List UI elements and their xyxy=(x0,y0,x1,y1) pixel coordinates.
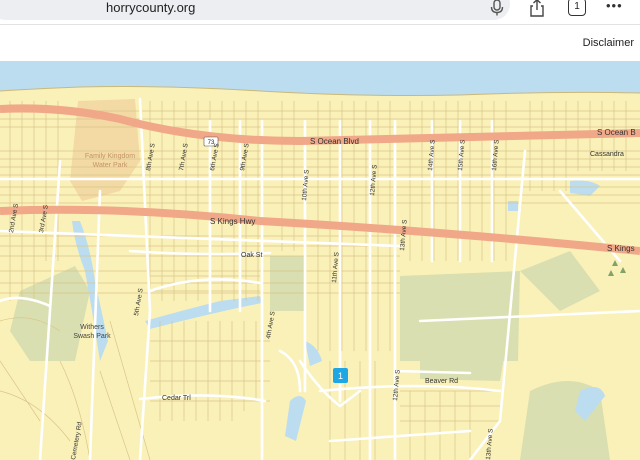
label-cassandra: Cassandra xyxy=(590,151,624,158)
label-cedar-trl: Cedar Trl xyxy=(162,395,191,402)
address-bar[interactable] xyxy=(0,0,510,20)
url-text[interactable]: horrycounty.org xyxy=(106,0,195,16)
label-swash-park: Swash Park xyxy=(73,333,111,340)
map-marker-label: 1 xyxy=(338,371,343,381)
share-icon[interactable] xyxy=(528,0,546,17)
label-s-kings: S Kings xyxy=(607,244,635,253)
label-water-park: Water Park xyxy=(93,162,128,169)
microphone-icon[interactable] xyxy=(490,0,504,16)
label-withers: Withers xyxy=(80,324,104,331)
label-family-kingdom: Family Kingdom xyxy=(85,153,135,160)
park-area xyxy=(270,256,305,311)
label-oak-st: Oak St xyxy=(241,252,262,259)
label-s-ocean-blvd: S Ocean Blvd xyxy=(310,137,359,146)
browser-toolbar: horrycounty.org 1 ••• xyxy=(0,0,640,24)
more-icon[interactable]: ••• xyxy=(606,0,623,12)
tabs-icon[interactable]: 1 xyxy=(568,0,586,16)
label-s-kings-hwy: S Kings Hwy xyxy=(210,217,255,226)
label-s-ocean-b: S Ocean B xyxy=(597,128,636,137)
page-header: Disclaimer xyxy=(0,24,640,62)
disclaimer-link[interactable]: Disclaimer xyxy=(583,37,634,49)
map-canvas[interactable]: 73 S Ocean Blvd S Ocean B S Kings Hwy S … xyxy=(0,61,640,460)
label-beaver-rd: Beaver Rd xyxy=(425,378,458,385)
